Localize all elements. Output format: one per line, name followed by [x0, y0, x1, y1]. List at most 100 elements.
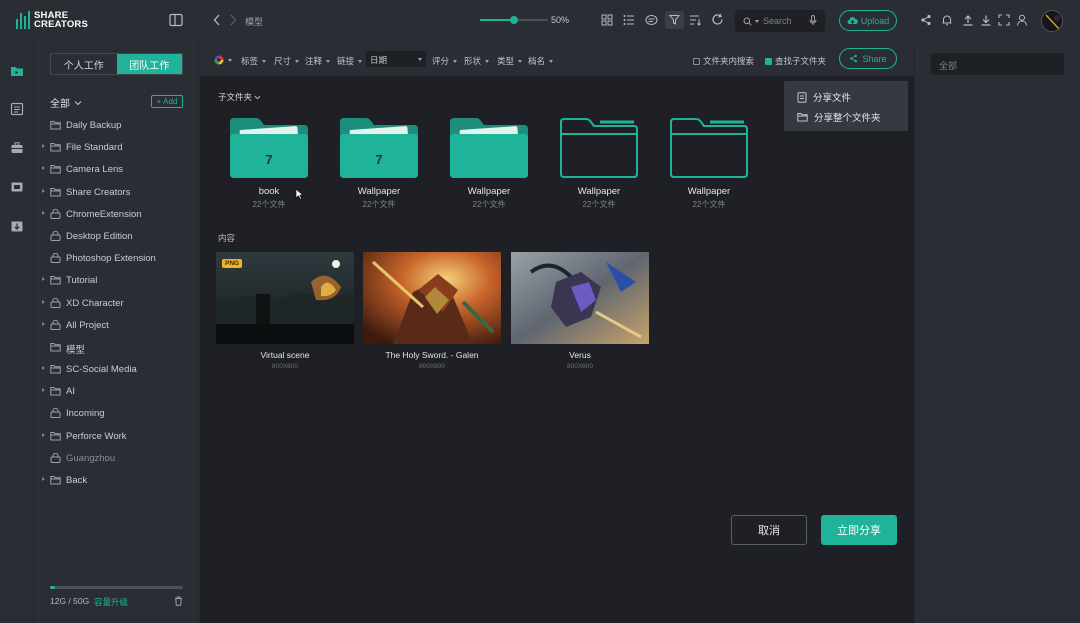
sidebar-item[interactable]: SC-Social Media — [34, 358, 199, 380]
rating-filter[interactable]: 评分 — [432, 55, 458, 67]
expand-arrow-icon[interactable] — [42, 477, 45, 481]
forward-arrow-icon[interactable] — [229, 14, 237, 26]
sidebar-item[interactable]: Tutorial — [34, 269, 199, 291]
sidebar-item[interactable]: Daily Backup — [34, 114, 199, 136]
grid-view-icon[interactable] — [601, 14, 613, 26]
back-arrow-icon[interactable] — [213, 14, 221, 26]
left-rail — [0, 42, 34, 623]
tags-filter[interactable]: 标签 — [241, 55, 267, 67]
zoom-slider-handle[interactable] — [510, 16, 518, 24]
list-view-icon[interactable] — [623, 14, 635, 26]
upload-icon[interactable] — [962, 14, 974, 26]
bell-icon[interactable] — [941, 14, 953, 26]
sidebar-item[interactable]: ChromeExtension — [34, 203, 199, 225]
expand-arrow-icon[interactable] — [42, 299, 45, 304]
lock-icon — [50, 230, 61, 241]
add-folder-button[interactable]: + Add — [151, 95, 183, 108]
sidebar-item[interactable]: Camera Lens — [34, 158, 199, 180]
color-filter[interactable] — [214, 55, 232, 65]
size-filter[interactable]: 尺寸 — [274, 55, 300, 67]
share-file-menu-item[interactable]: 分享文件 — [797, 90, 851, 104]
expand-arrow-icon[interactable] — [42, 166, 45, 171]
sidebar-item[interactable]: XD Character — [34, 292, 199, 314]
sidebar-item[interactable]: Share Creators — [34, 181, 199, 203]
notes-filter[interactable]: 注释 — [305, 55, 331, 67]
app-logo[interactable]: SHARE CREATORS — [16, 11, 88, 29]
sidebar-item[interactable]: 模型 — [34, 336, 199, 358]
storage-upgrade-link[interactable]: 容量升级 — [94, 596, 128, 608]
expand-arrow-icon[interactable] — [42, 188, 45, 193]
share-folder-menu-item[interactable]: 分享整个文件夹 — [797, 110, 881, 124]
preview-icon[interactable] — [645, 14, 658, 26]
subfolder-item[interactable]: 7 book 22个文件 — [228, 116, 310, 209]
media-icon[interactable] — [10, 180, 24, 194]
find-subfolders-checkbox[interactable]: 查找子文件夹 — [765, 55, 826, 67]
breadcrumb[interactable]: 模型 — [245, 15, 263, 28]
document-icon[interactable] — [10, 102, 24, 116]
sidebar-item[interactable]: AI — [34, 380, 199, 402]
sidebar-item[interactable]: All Project — [34, 314, 199, 336]
expand-arrow-icon[interactable] — [42, 321, 45, 326]
all-folders-selector[interactable]: 全部 — [50, 95, 82, 110]
share-icon[interactable] — [920, 14, 932, 26]
sidebar-item[interactable]: Guangzhou — [34, 447, 199, 469]
filename-filter[interactable]: 档名 — [528, 55, 554, 67]
folder-tree: Daily Backup File Standard Camera Lens Shar… — [34, 114, 199, 491]
tab-team-work[interactable]: 团队工作 — [116, 54, 182, 74]
sidebar-item[interactable]: File Standard — [34, 136, 199, 158]
fullscreen-icon[interactable] — [998, 14, 1010, 26]
top-bar: SHARE CREATORS 模型 50% Search Upload — [0, 0, 1080, 42]
user-icon[interactable] — [1016, 14, 1028, 26]
search-input[interactable]: Search — [735, 10, 825, 32]
search-scope-chevron-down-icon[interactable] — [755, 19, 759, 23]
sidebar-item-label: AI — [66, 386, 75, 398]
calendar-download-icon[interactable] — [10, 219, 24, 233]
expand-arrow-icon[interactable] — [42, 144, 45, 149]
sidebar-item[interactable]: Desktop Edition — [34, 225, 199, 247]
expand-arrow-icon[interactable] — [42, 210, 45, 215]
inspector-input[interactable]: 全部 — [931, 53, 1064, 75]
folder-badge-count: 7 — [265, 152, 273, 167]
date-filter[interactable]: 日期 — [366, 51, 426, 67]
tab-personal-work[interactable]: 个人工作 — [51, 54, 117, 74]
folder-icon — [558, 116, 640, 180]
sidebar-item[interactable]: Back — [34, 469, 199, 491]
subfolder-item[interactable]: 7 Wallpaper 22个文件 — [338, 116, 420, 209]
folder-search-checkbox[interactable]: 文件夹内搜索 — [693, 55, 754, 67]
trash-icon[interactable] — [174, 596, 183, 606]
briefcase-icon[interactable] — [10, 141, 24, 155]
cancel-button[interactable]: 取消 — [731, 515, 807, 545]
upload-button[interactable]: Upload — [839, 10, 897, 31]
subfolder-file-count: 22个文件 — [472, 200, 506, 209]
zoom-slider[interactable] — [480, 16, 548, 24]
sidebar-item-label: Share Creators — [66, 186, 131, 198]
share-now-button[interactable]: 立即分享 — [821, 515, 897, 545]
sidebar-item[interactable]: Perforce Work — [34, 425, 199, 447]
refresh-icon[interactable] — [711, 13, 724, 26]
subfolder-item[interactable]: Wallpaper 22个文件 — [668, 116, 750, 209]
share-button[interactable]: Share — [839, 48, 897, 69]
sidebar-item[interactable]: Photoshop Extension — [34, 247, 199, 269]
sort-icon[interactable] — [689, 14, 701, 26]
files-icon[interactable] — [10, 64, 24, 78]
expand-arrow-icon[interactable] — [42, 366, 45, 371]
link-filter[interactable]: 链接 — [337, 55, 363, 67]
subfolder-item[interactable]: Wallpaper 22个文件 — [558, 116, 640, 209]
shape-filter[interactable]: 形状 — [464, 55, 490, 67]
sidebar-item-label: Back — [66, 475, 88, 486]
logo-text: SHARE CREATORS — [34, 10, 89, 30]
subfolder-section-toggle[interactable]: 子文件夹 — [218, 91, 261, 103]
microphone-icon[interactable] — [809, 15, 817, 26]
type-filter[interactable]: 类型 — [497, 55, 523, 67]
filter-icon[interactable] — [665, 11, 684, 29]
subfolder-item[interactable]: Wallpaper 22个文件 — [448, 116, 530, 209]
expand-arrow-icon[interactable] — [42, 388, 45, 393]
avatar[interactable] — [1041, 10, 1063, 32]
sidebar-item[interactable]: Incoming — [34, 402, 199, 424]
subfolder-file-count: 22个文件 — [252, 200, 286, 209]
expand-arrow-icon[interactable] — [42, 432, 45, 437]
toggle-sidebar-icon[interactable] — [169, 13, 183, 27]
download-icon[interactable] — [980, 14, 992, 26]
sidebar-item-label: Camera Lens — [66, 164, 124, 176]
expand-arrow-icon[interactable] — [42, 277, 45, 282]
